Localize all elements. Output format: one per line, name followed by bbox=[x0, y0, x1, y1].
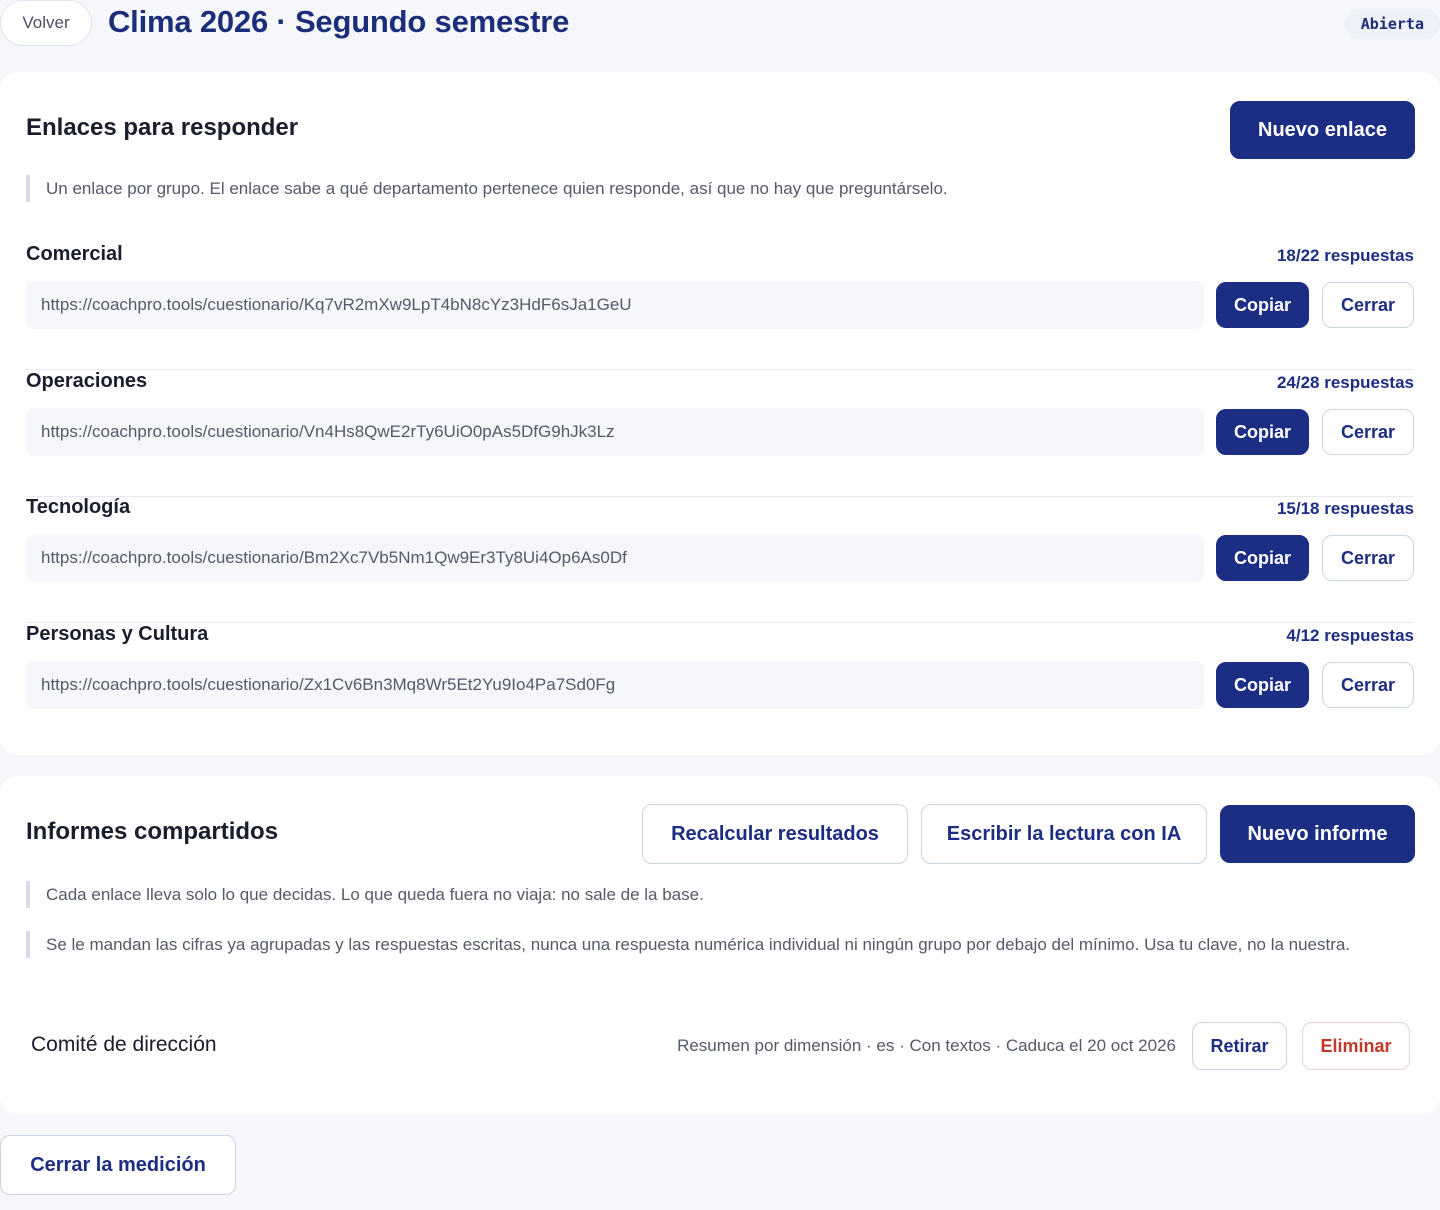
link-url-field[interactable]: https://coachpro.tools/cuestionario/Kq7v… bbox=[26, 281, 1204, 329]
group-name: Comercial bbox=[26, 243, 123, 265]
copy-button[interactable]: Copiar bbox=[1216, 282, 1309, 328]
reports-card: Informes compartidos Recalcular resultad… bbox=[0, 776, 1440, 1114]
page-title: Clima 2026 · Segundo semestre bbox=[108, 4, 570, 39]
privacy-note: Se le mandan las cifras ya agrupadas y l… bbox=[26, 931, 1414, 958]
close-link-button[interactable]: Cerrar bbox=[1322, 282, 1414, 328]
links-section-title: Enlaces para responder bbox=[26, 114, 299, 141]
group-name: Tecnología bbox=[26, 496, 131, 518]
new-report-button[interactable]: Nuevo informe bbox=[1220, 805, 1415, 863]
link-group-operaciones: Operaciones 24/28 respuestas https://coa… bbox=[26, 370, 1414, 497]
close-measurement-button[interactable]: Cerrar la medición bbox=[0, 1135, 236, 1195]
close-link-button[interactable]: Cerrar bbox=[1322, 409, 1414, 455]
links-card: Enlaces para responder Nuevo enlace Un e… bbox=[0, 72, 1440, 755]
response-count: 24/28 respuestas bbox=[1276, 373, 1414, 392]
close-link-button[interactable]: Cerrar bbox=[1322, 535, 1414, 581]
copy-button[interactable]: Copiar bbox=[1216, 662, 1309, 708]
group-name: Personas y Cultura bbox=[26, 623, 209, 645]
close-link-button[interactable]: Cerrar bbox=[1322, 662, 1414, 708]
page-header: Volver Clima 2026 · Segundo semestre Abi… bbox=[0, 0, 1440, 46]
status-badge: Abierta bbox=[1344, 9, 1440, 39]
write-ai-reading-button[interactable]: Escribir la lectura con IA bbox=[921, 804, 1207, 864]
report-name: Comité de dirección bbox=[31, 1033, 217, 1056]
delete-report-button[interactable]: Eliminar bbox=[1302, 1022, 1410, 1070]
link-url-field[interactable]: https://coachpro.tools/cuestionario/Bm2X… bbox=[26, 534, 1204, 582]
link-group-comercial: Comercial 18/22 respuestas https://coach… bbox=[26, 243, 1414, 370]
copy-button[interactable]: Copiar bbox=[1216, 535, 1309, 581]
link-group-personas-y-cultura: Personas y Cultura 4/12 respuestas https… bbox=[26, 623, 1414, 750]
link-url-field[interactable]: https://coachpro.tools/cuestionario/Vn4H… bbox=[26, 408, 1204, 456]
copy-button[interactable]: Copiar bbox=[1216, 409, 1309, 455]
retire-report-button[interactable]: Retirar bbox=[1192, 1022, 1287, 1070]
reports-note: Cada enlace lleva solo lo que decidas. L… bbox=[26, 881, 1414, 908]
links-note: Un enlace por grupo. El enlace sabe a qu… bbox=[26, 175, 1126, 202]
link-group-tecnologia: Tecnología 15/18 respuestas https://coac… bbox=[26, 496, 1414, 623]
new-link-button[interactable]: Nuevo enlace bbox=[1230, 101, 1415, 159]
reports-section-title: Informes compartidos bbox=[26, 818, 279, 845]
link-url-field[interactable]: https://coachpro.tools/cuestionario/Zx1C… bbox=[26, 661, 1204, 709]
response-count: 4/12 respuestas bbox=[1286, 626, 1414, 645]
recalculate-results-button[interactable]: Recalcular resultados bbox=[642, 804, 908, 864]
group-name: Operaciones bbox=[26, 370, 148, 392]
back-button[interactable]: Volver bbox=[0, 0, 92, 46]
report-meta: Resumen por dimensión · es · Con textos … bbox=[677, 1036, 1176, 1055]
response-count: 18/22 respuestas bbox=[1276, 246, 1414, 265]
response-count: 15/18 respuestas bbox=[1276, 499, 1414, 518]
